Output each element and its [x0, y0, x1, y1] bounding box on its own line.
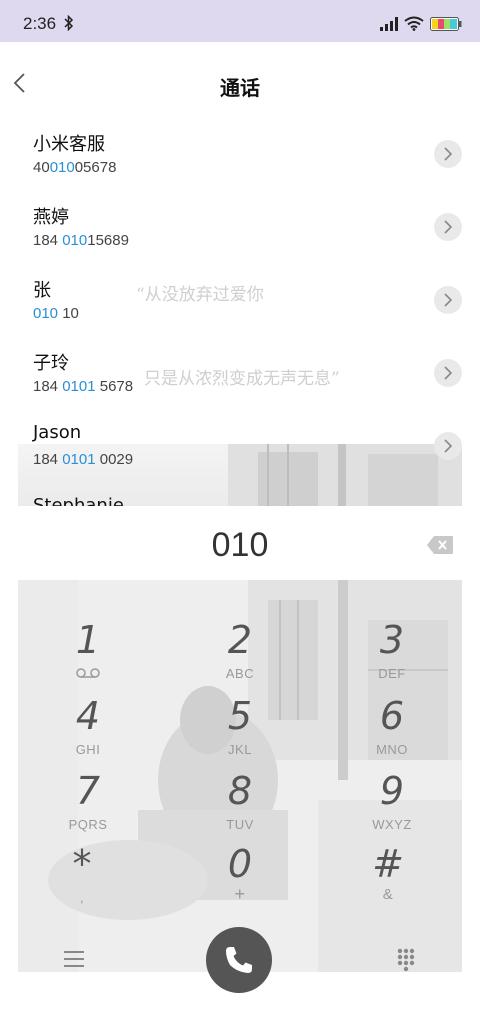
contact-name: 张 [33, 280, 51, 301]
contact-number: 184 01015689 [33, 232, 129, 249]
chevron-right-icon [444, 293, 453, 307]
contact-item[interactable]: 张 010 10 [0, 264, 480, 337]
dialed-number-bar: 010 [0, 506, 480, 580]
menu-icon[interactable] [64, 950, 84, 968]
dialed-number: 010 [211, 526, 269, 564]
bluetooth-icon [64, 15, 74, 31]
contact-detail-button[interactable] [434, 140, 462, 168]
status-bar: 2:36 [0, 0, 480, 42]
contact-detail-button[interactable] [434, 359, 462, 387]
contact-item[interactable]: Stephanie [0, 483, 480, 506]
key-star[interactable]: * , [18, 840, 152, 916]
key-7[interactable]: 7 PQRS [18, 767, 158, 843]
contact-detail-button[interactable] [434, 286, 462, 314]
contact-detail-button[interactable] [434, 432, 462, 460]
contact-name: 子玲 [33, 353, 69, 374]
contact-name: 小米客服 [33, 134, 105, 155]
key-8[interactable]: 8 TUV [170, 767, 310, 843]
page-title: 通话 [220, 76, 260, 100]
dialpad: 1 2 ABC 3 DEF 4 GHI 5 JKL 6 MNO 7 PQRS 8… [18, 580, 462, 972]
key-2[interactable]: 2 ABC [170, 616, 310, 692]
contact-name: Stephanie [33, 495, 124, 506]
key-hash[interactable]: # & [318, 840, 458, 916]
key-3[interactable]: 3 DEF [322, 616, 462, 692]
chevron-right-icon [444, 439, 453, 453]
phone-icon [226, 947, 252, 973]
contact-item[interactable]: Jason 184 0101 0029 [0, 410, 480, 483]
battery-icon [430, 17, 462, 31]
dialpad-icon[interactable] [397, 948, 415, 972]
contact-number: 184 0101 0029 [33, 451, 134, 468]
contact-number: 010 10 [33, 305, 79, 322]
contact-number: 184 0101 5678 [33, 378, 134, 395]
key-4[interactable]: 4 GHI [18, 692, 158, 768]
key-1[interactable]: 1 [18, 616, 158, 692]
chevron-right-icon [444, 220, 453, 234]
key-5[interactable]: 5 JKL [170, 692, 310, 768]
contact-name: 燕婷 [33, 207, 69, 228]
chevron-right-icon [444, 366, 453, 380]
status-time: 2:36 [23, 14, 57, 33]
contact-detail-button[interactable] [434, 213, 462, 241]
chevron-right-icon [444, 147, 453, 161]
key-0[interactable]: 0 + [170, 840, 310, 916]
backspace-icon[interactable] [427, 536, 453, 554]
voicemail-icon [76, 668, 100, 678]
call-button[interactable] [206, 927, 272, 993]
contact-name: Jason [33, 422, 82, 443]
contact-list: “从没放弃过爱你 只是从浓烈变成无声无息” 小米客服 4001005678 燕婷… [0, 118, 480, 506]
signal-icon [380, 17, 398, 31]
wifi-icon [404, 16, 424, 31]
contact-item[interactable]: 燕婷 184 01015689 [0, 191, 480, 264]
key-6[interactable]: 6 MNO [322, 692, 462, 768]
key-9[interactable]: 9 WXYZ [322, 767, 462, 843]
contact-item[interactable]: 小米客服 4001005678 [0, 118, 480, 191]
contact-item[interactable]: 子玲 184 0101 5678 [0, 337, 480, 410]
contact-number: 4001005678 [33, 159, 117, 176]
